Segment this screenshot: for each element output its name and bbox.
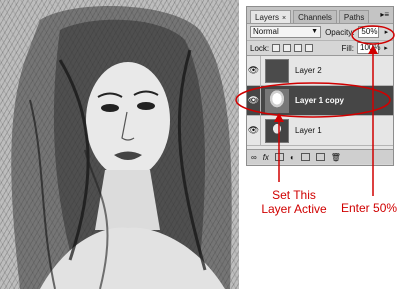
annotation-line-1: Set This (272, 188, 316, 202)
layer-highlight-circle (235, 82, 391, 118)
arrowhead-opacity (368, 45, 378, 54)
annotation-line-2: Layer Active (261, 202, 327, 216)
set-layer-active-annotation: Set This Layer Active (259, 188, 329, 216)
enter-value-annotation: Enter 50% (341, 201, 398, 215)
annotation-overlay (235, 25, 395, 196)
opacity-highlight-circle (351, 25, 395, 45)
